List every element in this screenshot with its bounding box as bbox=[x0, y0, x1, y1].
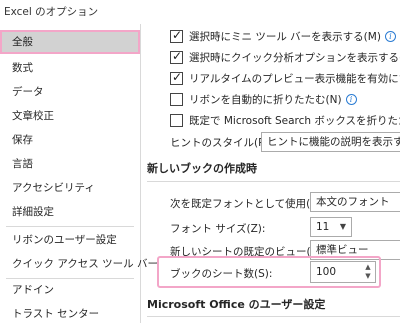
collapse-search-label: 既定で Microsoft Search ボックスを折りたたむ(B) bbox=[189, 115, 400, 127]
mini-toolbar-label: 選択時にミニ ツール バーを表示する(M) bbox=[189, 31, 381, 43]
font-size-label: フォント サイズ(Z): bbox=[170, 223, 266, 235]
collapse-search-checkbox[interactable] bbox=[170, 114, 183, 127]
font-size-value: 11 bbox=[316, 221, 330, 233]
quick-analysis-checkbox[interactable] bbox=[170, 49, 183, 64]
options-sidebar: 全般 数式 データ 文章校正 保存 言語 アクセシビリティ 詳細設定 リボンのユ… bbox=[0, 24, 158, 323]
mini-toolbar-option: 選択時にミニ ツール バーを表示する(M) i bbox=[189, 29, 396, 44]
section-divider bbox=[147, 316, 400, 317]
section-divider bbox=[147, 181, 400, 182]
default-view-value: 標準ビュー bbox=[316, 244, 369, 256]
tooltip-style-select[interactable]: ヒントに機能の説明を表示する bbox=[261, 132, 400, 152]
collapse-ribbon-option: リボンを自動的に折りたたむ(N) i bbox=[189, 92, 357, 107]
default-font-select[interactable]: 本文のフォント bbox=[310, 192, 400, 212]
default-font-value: 本文のフォント bbox=[316, 196, 390, 208]
sidebar-item-save[interactable]: 保存 bbox=[0, 128, 140, 152]
spin-down-icon[interactable]: ▼ bbox=[362, 272, 374, 281]
quick-analysis-label: 選択時にクイック分析オプションを表示する(Q) bbox=[189, 52, 400, 64]
sidebar-item-formulas[interactable]: 数式 bbox=[0, 56, 140, 80]
quick-analysis-option: 選択時にクイック分析オプションを表示する(Q) bbox=[189, 50, 400, 65]
collapse-ribbon-label: リボンを自動的に折りたたむ(N) bbox=[189, 94, 342, 106]
spin-up-icon[interactable]: ▲ bbox=[362, 263, 374, 272]
info-icon[interactable]: i bbox=[384, 31, 396, 42]
sidebar-item-quick-access-toolbar[interactable]: クイック アクセス ツール バー bbox=[0, 252, 158, 276]
live-preview-label: リアルタイムのプレビュー表示機能を有効にする(L) bbox=[189, 73, 400, 85]
default-font-label: 次を既定フォントとして使用(N): bbox=[170, 198, 326, 210]
live-preview-option: リアルタイムのプレビュー表示機能を有効にする(L)i bbox=[189, 71, 400, 86]
sidebar-divider bbox=[6, 226, 134, 227]
sidebar-item-advanced[interactable]: 詳細設定 bbox=[0, 200, 140, 224]
tooltip-style-value: ヒントに機能の説明を表示する bbox=[267, 136, 400, 148]
sidebar-item-addins[interactable]: アドイン bbox=[0, 278, 140, 302]
collapse-ribbon-checkbox[interactable] bbox=[170, 93, 183, 106]
sidebar-item-proofing[interactable]: 文章校正 bbox=[0, 104, 140, 128]
sheet-count-label: ブックのシート数(S): bbox=[170, 268, 273, 280]
tooltip-style-label: ヒントのスタイル(R): bbox=[170, 137, 274, 149]
sidebar-item-data[interactable]: データ bbox=[0, 80, 140, 104]
sheet-count-spinner[interactable]: 100 ▲ ▼ bbox=[310, 261, 376, 283]
font-size-select[interactable]: 11 ▼ bbox=[310, 217, 352, 237]
window-title: Excel のオプション bbox=[4, 6, 99, 18]
general-options-panel: 選択時にミニ ツール バーを表示する(M)i 選択時にクイック分析オプションを表… bbox=[141, 0, 400, 323]
sidebar-item-accessibility[interactable]: アクセシビリティ bbox=[0, 176, 140, 200]
info-icon[interactable]: i bbox=[345, 94, 357, 105]
chevron-down-icon[interactable]: ▼ bbox=[335, 218, 351, 236]
sidebar-item-trust-center[interactable]: トラスト センター bbox=[0, 302, 140, 323]
sidebar-item-customize-ribbon[interactable]: リボンのユーザー設定 bbox=[0, 228, 140, 252]
user-settings-section-title: Microsoft Office のユーザー設定 bbox=[147, 298, 326, 311]
mini-toolbar-checkbox[interactable] bbox=[170, 28, 183, 43]
live-preview-checkbox[interactable] bbox=[170, 70, 183, 85]
sheet-count-value: 100 bbox=[316, 266, 337, 278]
collapse-search-option: 既定で Microsoft Search ボックスを折りたたむ(B) bbox=[189, 113, 400, 128]
new-workbook-section-title: 新しいブックの作成時 bbox=[147, 162, 257, 175]
sidebar-item-general[interactable]: 全般 bbox=[0, 30, 140, 54]
sidebar-item-language[interactable]: 言語 bbox=[0, 152, 140, 176]
